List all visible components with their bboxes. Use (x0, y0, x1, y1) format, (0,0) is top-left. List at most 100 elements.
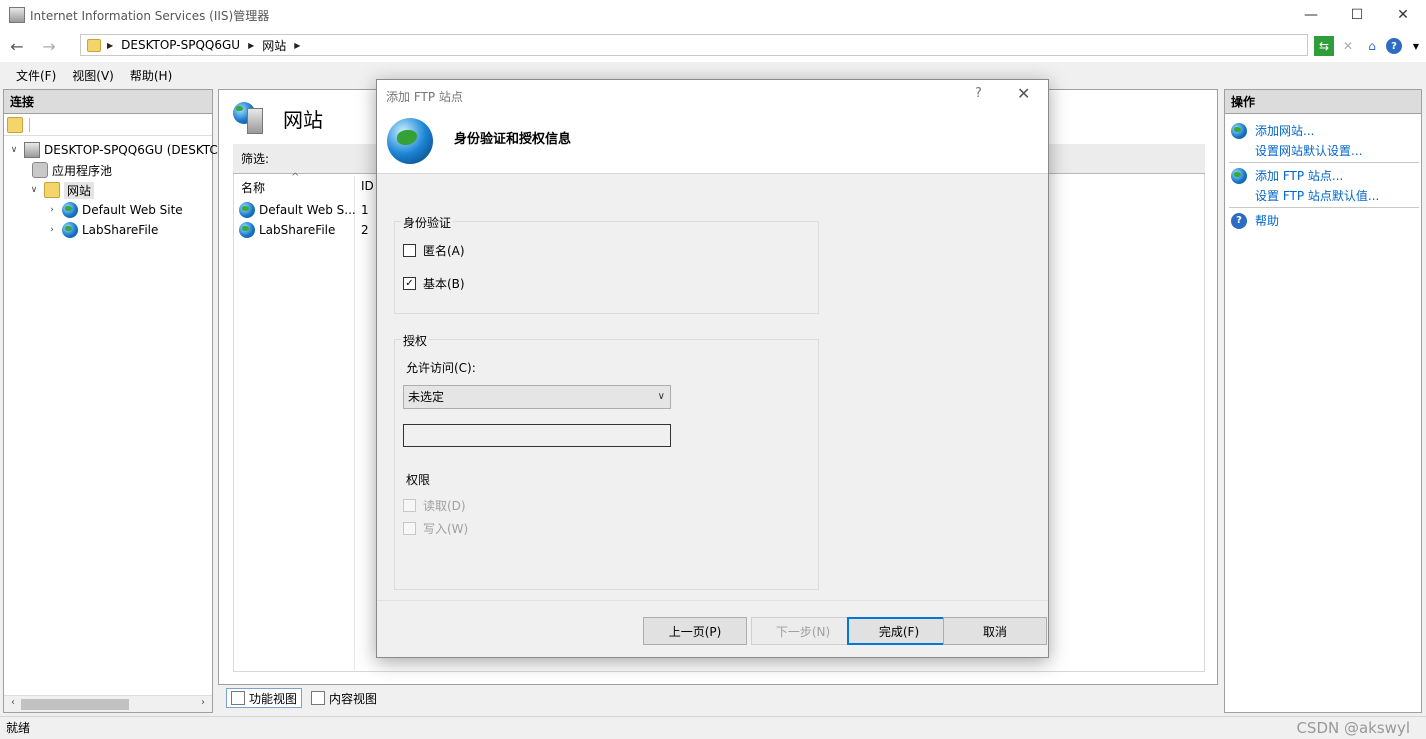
scroll-left-icon[interactable]: ‹ (6, 697, 20, 708)
checkbox-label: 基本(B) (423, 277, 465, 291)
chevron-down-icon[interactable]: ∨ (28, 185, 40, 195)
tree-node-server[interactable]: ∨ DESKTOP-SPQQ6GU (DESKTC (8, 140, 218, 160)
tab-label: 内容视图 (329, 691, 378, 706)
status-text: 就绪 (6, 721, 31, 735)
close-window-button[interactable]: ✕ (1380, 0, 1426, 30)
globe-icon (387, 118, 433, 164)
chevron-down-icon[interactable]: ▼ (1406, 36, 1426, 56)
checkmark-icon[interactable]: ✓ (403, 277, 416, 290)
status-bar: 就绪 CSDN @akswyl (0, 716, 1426, 739)
forward-button[interactable]: → (38, 35, 60, 57)
chevron-right-icon[interactable]: › (46, 205, 58, 215)
help-icon: ? (1231, 212, 1247, 229)
refresh-icon[interactable]: ⇆ (1314, 36, 1334, 56)
horizontal-scrollbar[interactable]: ‹ › (4, 695, 212, 712)
tree-node-label: 应用程序池 (52, 163, 113, 178)
ftp-defaults-link[interactable]: 设置 FTP 站点默认值... (1255, 187, 1379, 204)
basic-checkbox[interactable]: ✓ 基本(B) (403, 275, 465, 292)
tree-node-labsharefile[interactable]: › LabShareFile (46, 220, 158, 240)
site-name: Default Web S... (259, 203, 356, 217)
menu-help[interactable]: 帮助(H) (122, 67, 180, 84)
features-view-icon (231, 691, 245, 705)
minimize-button[interactable]: — (1288, 0, 1334, 30)
site-defaults-link[interactable]: 设置网站默认设置... (1255, 142, 1362, 159)
menu-file[interactable]: 文件(F) (8, 67, 64, 84)
finish-button[interactable]: 完成(F) (847, 617, 951, 645)
column-header-name[interactable]: 名称 (241, 179, 265, 196)
scrollbar-thumb[interactable] (21, 699, 129, 710)
home-icon[interactable]: ⌂ (1362, 36, 1382, 56)
previous-button[interactable]: 上一页(P) (643, 617, 747, 645)
read-checkbox[interactable]: 读取(D) (403, 497, 466, 514)
stop-icon[interactable]: ✕ (1338, 36, 1358, 56)
cancel-button[interactable]: 取消 (943, 617, 1047, 645)
help-icon[interactable]: ? (1386, 38, 1402, 54)
add-ftp-site-dialog: 添加 FTP 站点 ? ✕ 身份验证和授权信息 身份验证 匿名(A) ✓ 基本(… (376, 79, 1049, 658)
checkbox-label: 写入(W) (423, 522, 469, 536)
home-folder-icon (87, 38, 101, 52)
tab-content-view[interactable]: 内容视图 (306, 688, 382, 708)
action-label: 添加 FTP 站点... (1255, 169, 1344, 183)
breadcrumb-separator-icon: ▶ (107, 40, 114, 50)
breadcrumb-sites[interactable]: 网站 (262, 37, 286, 54)
globe-icon (239, 222, 255, 238)
site-id: 1 (361, 203, 369, 217)
checkbox-box[interactable] (403, 244, 416, 257)
iis-app-icon (9, 7, 25, 23)
tab-label: 功能视图 (249, 691, 298, 706)
dialog-help-button[interactable]: ? (975, 86, 982, 101)
tree-node-sites[interactable]: ∨ 网站 (28, 180, 95, 200)
checkbox-box[interactable] (403, 499, 416, 512)
breadcrumb-separator-icon: ▶ (294, 40, 301, 50)
connect-icon[interactable] (7, 117, 23, 133)
chevron-down-icon: ∨ (657, 391, 665, 402)
menu-view[interactable]: 视图(V) (64, 67, 122, 84)
dialog-title: 添加 FTP 站点 (386, 90, 463, 104)
dialog-footer-divider (377, 600, 1048, 601)
content-view-icon (311, 691, 326, 705)
tree-node-label: 网站 (64, 181, 95, 199)
tab-features-view[interactable]: 功能视图 (226, 688, 303, 708)
checkbox-box[interactable] (403, 522, 416, 535)
user-input[interactable] (403, 424, 671, 447)
chevron-down-icon[interactable]: ∨ (8, 145, 20, 155)
actions-divider (1229, 162, 1419, 163)
add-ftp-site-link[interactable]: 添加 FTP 站点... (1231, 167, 1343, 184)
breadcrumb-server[interactable]: DESKTOP-SPQQ6GU (121, 38, 240, 52)
globe-icon (62, 202, 78, 218)
dialog-close-button[interactable]: ✕ (1017, 84, 1030, 103)
tree-node-app-pools[interactable]: 应用程序池 (28, 160, 112, 180)
dialog-header: 添加 FTP 站点 ? ✕ 身份验证和授权信息 (377, 80, 1048, 174)
server-icon (24, 142, 40, 158)
anonymous-checkbox[interactable]: 匿名(A) (403, 242, 465, 259)
toolbar-divider (29, 118, 30, 132)
add-website-link[interactable]: 添加网站... (1231, 122, 1314, 139)
checkbox-label: 匿名(A) (423, 244, 465, 258)
column-header-id[interactable]: ID (361, 179, 374, 193)
allow-access-select[interactable]: 未选定 ∨ (403, 385, 671, 409)
write-checkbox[interactable]: 写入(W) (403, 520, 468, 537)
connections-header: 连接 (4, 90, 212, 114)
add-globe-icon (1231, 167, 1247, 184)
watermark: CSDN @akswyl (1296, 719, 1410, 737)
back-button[interactable]: ← (6, 35, 28, 57)
action-label: 添加网站... (1255, 124, 1315, 138)
app-pool-icon (32, 162, 48, 178)
auth-groupbox (394, 221, 819, 314)
site-name: LabShareFile (259, 223, 336, 237)
next-button[interactable]: 下一步(N) (751, 617, 855, 645)
page-title: 网站 (283, 108, 323, 132)
help-link[interactable]: ? 帮助 (1231, 212, 1279, 229)
tree-node-default-web-site[interactable]: › Default Web Site (46, 200, 183, 220)
column-divider (354, 176, 355, 670)
select-value: 未选定 (408, 390, 445, 404)
chevron-right-icon[interactable]: › (46, 225, 58, 235)
breadcrumb[interactable]: ▶ DESKTOP-SPQQ6GU ▶ 网站 ▶ (80, 34, 1308, 56)
maximize-button[interactable]: ☐ (1334, 0, 1380, 30)
tree-node-label: LabShareFile (82, 223, 159, 237)
view-tabs: 功能视图 内容视图 (226, 688, 382, 708)
connections-panel: 连接 ∨ DESKTOP-SPQQ6GU (DESKTC 应用程序池 ∨ 网站 … (3, 89, 218, 713)
address-bar: ← → ▶ DESKTOP-SPQQ6GU ▶ 网站 ▶ ⇆ ✕ ⌂ ? ▼ (0, 30, 1426, 62)
scroll-right-icon[interactable]: › (196, 697, 210, 708)
globe-icon (239, 202, 255, 218)
